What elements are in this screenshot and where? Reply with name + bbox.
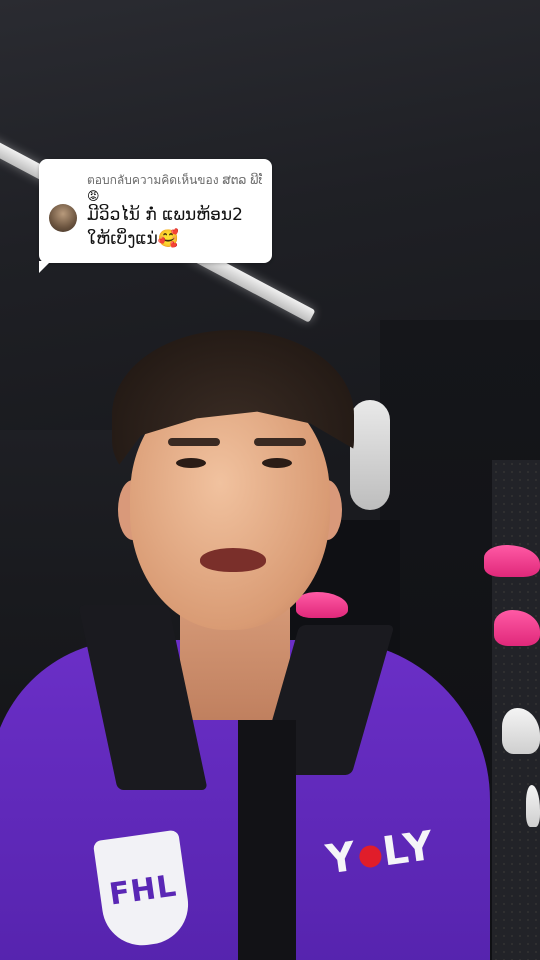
commenter-avatar[interactable] — [49, 204, 77, 232]
reply-header: ตอบกลับความคิดเห็นของ ສຕລ ພີບັ໗ — [87, 173, 262, 187]
sponsor-left: Y — [323, 833, 361, 884]
crest-text: FHL — [107, 867, 179, 913]
reply-comment-text: ມີວິວໄນ້ ກໍ່ ແພນຫ້ອນ2 ໃຫ້ເບິ່ງແນ່🥰 — [87, 205, 243, 249]
eye-right — [262, 458, 292, 468]
eyebrow-right — [254, 438, 306, 446]
angry-face-icon: 😡 — [87, 189, 100, 203]
eyebrow-left — [168, 438, 220, 446]
reply-comment-sticker[interactable]: ตอบกลับความคิดเห็นของ ສຕລ ພີບັ໗ 😡 ມີວິວໄ… — [39, 159, 272, 273]
jersey-placket — [238, 720, 296, 960]
video-frame[interactable]: FHL Y LY — [0, 0, 540, 960]
mouth — [200, 548, 266, 572]
wall-fixture — [350, 400, 390, 510]
sponsor-right: LY — [379, 822, 438, 876]
sponsor-dot — [357, 844, 383, 869]
eye-left — [176, 458, 206, 468]
